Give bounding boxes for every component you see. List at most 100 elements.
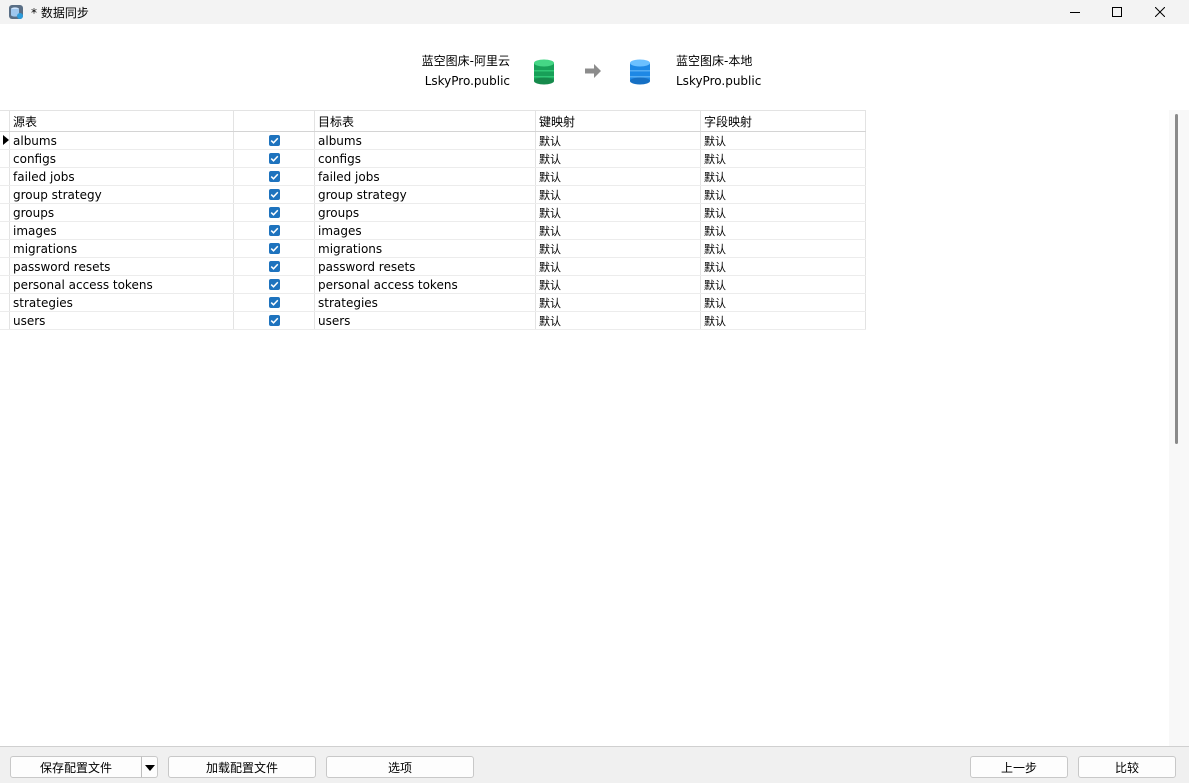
key-map-cell[interactable]: 默认 — [535, 221, 701, 240]
target-table-cell[interactable]: groups — [314, 203, 536, 222]
key-map-cell[interactable]: 默认 — [535, 167, 701, 186]
source-table-cell[interactable]: strategies — [9, 293, 234, 312]
options-button[interactable]: 选项 — [326, 756, 474, 778]
sync-checkbox-cell[interactable] — [233, 131, 315, 150]
table-mapping-grid[interactable]: 源表 目标表 键映射 字段映射 albums albums 默认 默认 configs c… — [0, 110, 1169, 746]
table-row[interactable]: personal access tokens personal access to… — [0, 275, 866, 294]
field-map-cell[interactable]: 默认 — [700, 311, 866, 330]
source-table-cell[interactable]: group strategy — [9, 185, 234, 204]
key-map-cell[interactable]: 默认 — [535, 185, 701, 204]
field-map-cell[interactable]: 默认 — [700, 257, 866, 276]
field-map-cell[interactable]: 默认 — [700, 167, 866, 186]
key-map-cell[interactable]: 默认 — [535, 203, 701, 222]
table-row[interactable]: failed jobs failed jobs 默认 默认 — [0, 167, 866, 186]
checkbox-checked-icon[interactable] — [268, 134, 280, 146]
field-map-cell[interactable]: 默认 — [700, 131, 866, 150]
source-table-cell[interactable]: failed jobs — [9, 167, 234, 186]
column-header-key-map[interactable]: 键映射 — [535, 110, 701, 132]
checkbox-checked-icon[interactable] — [268, 152, 280, 164]
checkbox-checked-icon[interactable] — [268, 296, 280, 308]
source-table-cell[interactable]: albums — [9, 131, 234, 150]
checkbox-checked-icon[interactable] — [268, 206, 280, 218]
target-table-cell[interactable]: users — [314, 311, 536, 330]
target-connection-name: 蓝空图床-本地 — [676, 54, 753, 68]
sync-checkbox-cell[interactable] — [233, 257, 315, 276]
key-map-cell[interactable]: 默认 — [535, 257, 701, 276]
key-map-cell[interactable]: 默认 — [535, 311, 701, 330]
field-map-cell[interactable]: 默认 — [700, 185, 866, 204]
target-table-cell[interactable]: configs — [314, 149, 536, 168]
table-row[interactable]: images images 默认 默认 — [0, 221, 866, 240]
checkbox-checked-icon[interactable] — [268, 278, 280, 290]
sync-checkbox-cell[interactable] — [233, 149, 315, 168]
save-config-button[interactable]: 保存配置文件 — [10, 756, 142, 778]
maximize-icon[interactable] — [1094, 0, 1140, 24]
source-table-cell[interactable]: users — [9, 311, 234, 330]
checkbox-checked-icon[interactable] — [268, 224, 280, 236]
checkbox-checked-icon[interactable] — [268, 314, 280, 326]
target-table-cell[interactable]: migrations — [314, 239, 536, 258]
field-map-cell[interactable]: 默认 — [700, 221, 866, 240]
sync-checkbox-cell[interactable] — [233, 293, 315, 312]
table-row[interactable]: group strategy group strategy 默认 默认 — [0, 185, 866, 204]
table-row[interactable]: users users 默认 默认 — [0, 311, 866, 330]
key-map-cell[interactable]: 默认 — [535, 239, 701, 258]
column-header-field-map[interactable]: 字段映射 — [700, 110, 866, 132]
target-table-cell[interactable]: personal access tokens — [314, 275, 536, 294]
field-map-cell[interactable]: 默认 — [700, 203, 866, 222]
checkbox-checked-icon[interactable] — [268, 242, 280, 254]
target-table-cell[interactable]: strategies — [314, 293, 536, 312]
target-table-cell[interactable]: images — [314, 221, 536, 240]
close-icon[interactable] — [1137, 0, 1183, 24]
source-table-cell[interactable]: configs — [9, 149, 234, 168]
target-table-cell[interactable]: failed jobs — [314, 167, 536, 186]
table-row[interactable]: strategies strategies 默认 默认 — [0, 293, 866, 312]
sync-checkbox-cell[interactable] — [233, 275, 315, 294]
target-table-cell[interactable]: password resets — [314, 257, 536, 276]
previous-button[interactable]: 上一步 — [970, 756, 1068, 778]
row-indicator — [0, 131, 10, 150]
field-map-cell[interactable]: 默认 — [700, 293, 866, 312]
sync-checkbox-cell[interactable] — [233, 221, 315, 240]
sync-checkbox-cell[interactable] — [233, 203, 315, 222]
key-map-cell[interactable]: 默认 — [535, 131, 701, 150]
target-table-cell[interactable]: group strategy — [314, 185, 536, 204]
table-row[interactable]: albums albums 默认 默认 — [0, 131, 866, 150]
checkbox-checked-icon[interactable] — [268, 188, 280, 200]
column-header-check[interactable] — [233, 110, 315, 132]
field-map-cell[interactable]: 默认 — [700, 149, 866, 168]
field-map-cell[interactable]: 默认 — [700, 275, 866, 294]
table-row[interactable]: groups groups 默认 默认 — [0, 203, 866, 222]
key-map-cell[interactable]: 默认 — [535, 275, 701, 294]
vertical-scrollbar[interactable] — [1169, 110, 1189, 746]
sync-checkbox-cell[interactable] — [233, 311, 315, 330]
scrollbar-thumb[interactable] — [1175, 114, 1178, 444]
minimize-icon[interactable] — [1052, 0, 1098, 24]
row-indicator — [0, 221, 10, 240]
source-table-cell[interactable]: migrations — [9, 239, 234, 258]
sync-checkbox-cell[interactable] — [233, 167, 315, 186]
source-table-cell[interactable]: images — [9, 221, 234, 240]
target-connection: 蓝空图床-本地 LskyPro.public — [676, 51, 761, 91]
source-schema-name: LskyPro.public — [424, 74, 510, 88]
source-table-cell[interactable]: password resets — [9, 257, 234, 276]
target-table-cell[interactable]: albums — [314, 131, 536, 150]
sync-checkbox-cell[interactable] — [233, 239, 315, 258]
checkbox-checked-icon[interactable] — [268, 170, 280, 182]
checkbox-checked-icon[interactable] — [268, 260, 280, 272]
source-table-cell[interactable]: personal access tokens — [9, 275, 234, 294]
save-config-dropdown[interactable] — [141, 756, 158, 778]
column-header-target[interactable]: 目标表 — [314, 110, 536, 132]
chevron-down-icon — [144, 760, 155, 774]
compare-button[interactable]: 比较 — [1078, 756, 1176, 778]
column-header-source[interactable]: 源表 — [9, 110, 234, 132]
source-table-cell[interactable]: groups — [9, 203, 234, 222]
key-map-cell[interactable]: 默认 — [535, 149, 701, 168]
load-config-button[interactable]: 加载配置文件 — [168, 756, 316, 778]
sync-checkbox-cell[interactable] — [233, 185, 315, 204]
field-map-cell[interactable]: 默认 — [700, 239, 866, 258]
table-row[interactable]: password resets password resets 默认 默认 — [0, 257, 866, 276]
table-row[interactable]: configs configs 默认 默认 — [0, 149, 866, 168]
key-map-cell[interactable]: 默认 — [535, 293, 701, 312]
table-row[interactable]: migrations migrations 默认 默认 — [0, 239, 866, 258]
